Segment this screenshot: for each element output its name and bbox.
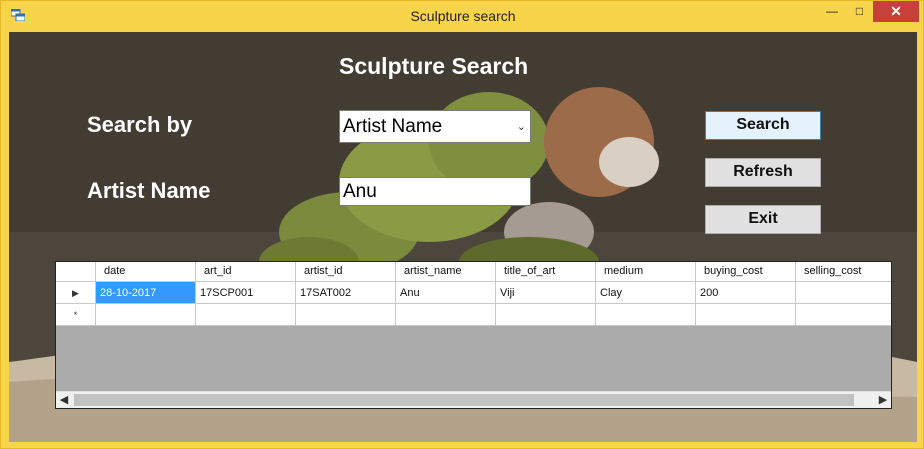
column-header[interactable]: artist_id [296,262,396,282]
table-cell[interactable] [296,304,396,326]
table-cell[interactable]: Clay [596,282,696,304]
table-cell[interactable] [796,304,891,326]
table-cell[interactable]: Anu [396,282,496,304]
table-cell[interactable]: 28-10-2017 [96,282,196,304]
table-cell[interactable] [96,304,196,326]
row-header-corner[interactable] [56,262,96,282]
scrollbar-thumb[interactable] [74,394,854,406]
title-bar[interactable]: Sculpture search — □ ✕ [1,1,924,32]
table-cell[interactable]: 17SCP001 [196,282,296,304]
artist-name-input[interactable]: Anu [339,177,531,206]
refresh-button[interactable]: Refresh [705,158,821,187]
form-heading: Sculpture Search [339,53,529,79]
table-cell[interactable] [396,304,496,326]
maximize-icon[interactable]: □ [846,1,873,22]
artist-name-label: Artist Name [87,178,211,203]
scroll-left-icon[interactable]: ◀ [56,393,72,408]
column-header[interactable]: selling_cost [796,262,891,282]
current-row-marker-icon[interactable]: ▶ [56,282,96,304]
exit-button[interactable]: Exit [705,205,821,234]
table-cell[interactable]: 17SAT002 [296,282,396,304]
table-cell[interactable] [596,304,696,326]
search-by-dropdown[interactable]: Artist Name ⌄ [339,110,531,143]
close-icon[interactable]: ✕ [873,1,919,22]
minimize-icon[interactable]: — [819,1,845,22]
table-cell[interactable] [196,304,296,326]
search-by-label: Search by [87,112,193,137]
table-cell[interactable]: Viji [496,282,596,304]
scroll-right-icon[interactable]: ▶ [875,393,891,408]
column-header[interactable]: buying_cost [696,262,796,282]
new-table-row[interactable]: * [56,304,891,326]
search-button[interactable]: Search [705,111,821,140]
column-header[interactable]: art_id [196,262,296,282]
horizontal-scrollbar[interactable]: ◀ ▶ [56,391,891,408]
new-row-marker-icon[interactable]: * [56,304,96,326]
window-title: Sculpture search [410,8,516,24]
results-grid[interactable]: date art_id artist_id artist_name title_… [55,261,892,409]
app-window: Sculpture search — □ ✕ Sculpture Search … [0,0,924,449]
column-header[interactable]: artist_name [396,262,496,282]
column-header[interactable]: medium [596,262,696,282]
column-header[interactable]: date [96,262,196,282]
grid-header-row: date art_id artist_id artist_name title_… [56,262,891,282]
chevron-down-icon[interactable]: ⌄ [517,120,526,133]
form-client-area: Sculpture Search Search by Artist Name ⌄… [9,32,917,442]
table-cell[interactable] [796,282,891,304]
search-by-selected-value: Artist Name [343,116,443,137]
table-cell[interactable] [496,304,596,326]
column-header[interactable]: title_of_art [496,262,596,282]
table-cell[interactable]: 200 [696,282,796,304]
table-row[interactable]: ▶ 28-10-2017 17SCP001 17SAT002 Anu Viji … [56,282,891,304]
table-cell[interactable] [696,304,796,326]
